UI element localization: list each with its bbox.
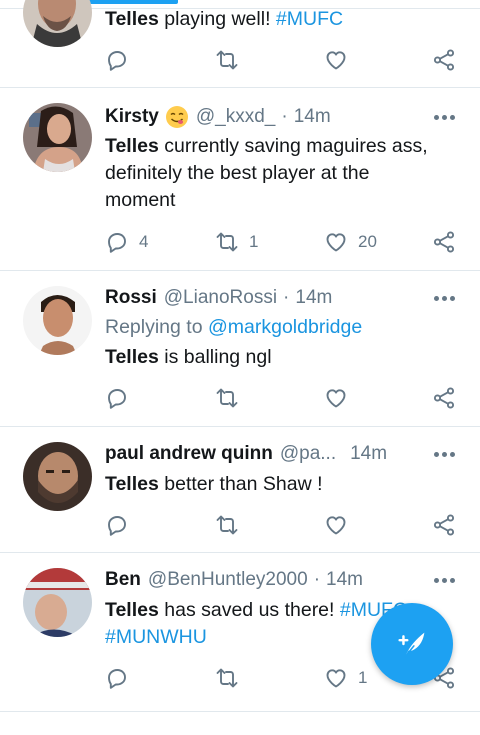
tweet-text: Telles better than Shaw ! (105, 473, 323, 495)
yum-face-emoji (165, 105, 189, 129)
tweet-text: Telles currently saving maguires ass, de… (105, 135, 428, 211)
share-button[interactable] (432, 229, 456, 255)
avatar[interactable] (23, 103, 92, 172)
heart-icon (326, 669, 346, 688)
display-name[interactable]: Rossi (105, 287, 157, 309)
reply-icon (108, 389, 126, 409)
tweet-actions (105, 47, 459, 73)
retweet-icon (216, 232, 238, 252)
retweet-count: 1 (249, 232, 259, 251)
share-button[interactable] (432, 385, 456, 411)
reply-count: 4 (139, 232, 149, 251)
compose-tweet-button[interactable] (371, 603, 453, 685)
tweet[interactable]: Telles playing well! #MUFC (0, 0, 480, 88)
share-icon (433, 49, 455, 71)
retweet-button[interactable] (215, 512, 239, 538)
retweet-icon (216, 388, 238, 408)
tweet-actions: 4 1 20 (105, 229, 459, 255)
share-icon (433, 514, 455, 536)
reply-button[interactable] (105, 47, 129, 73)
retweet-button[interactable]: 1 (215, 229, 258, 255)
more-options-button[interactable] (434, 115, 456, 121)
reply-icon (108, 516, 126, 536)
hashtag-link[interactable]: #MUNWHU (105, 626, 207, 648)
retweet-button[interactable] (215, 665, 239, 691)
more-options-button[interactable] (434, 452, 456, 458)
heart-icon (326, 389, 346, 408)
display-name[interactable]: Ben (105, 569, 141, 591)
replying-to: Replying to @markgoldbridge (105, 316, 363, 338)
avatar[interactable] (23, 442, 92, 511)
reply-icon (108, 233, 126, 253)
heart-icon (326, 51, 346, 70)
compose-tweet-icon (398, 632, 425, 658)
retweet-icon (216, 515, 238, 535)
reply-button[interactable] (105, 665, 129, 691)
separator-dot: · (313, 569, 321, 590)
retweet-button[interactable] (215, 385, 239, 411)
reply-icon (108, 51, 126, 71)
user-handle[interactable]: @_kxxd_ (196, 106, 276, 128)
tweet[interactable]: Rossi @LianoRossi · 14m Replying to @mar… (0, 271, 480, 427)
like-button[interactable]: 20 (324, 229, 377, 255)
mention-link[interactable]: @markgoldbridge (208, 316, 362, 338)
tweet-actions (105, 512, 459, 538)
timestamp[interactable]: 14m (350, 443, 387, 465)
avatar[interactable] (23, 0, 92, 47)
display-name[interactable]: paul andrew quinn (105, 443, 273, 465)
timestamp[interactable]: 14m (326, 569, 363, 591)
share-icon (433, 231, 455, 253)
reply-button[interactable] (105, 512, 129, 538)
tweet[interactable]: Kirsty @_kxxd_ · 14m Telles currently sa… (0, 88, 480, 271)
user-handle[interactable]: @pa... (280, 443, 336, 465)
timestamp[interactable]: 14m (294, 106, 331, 128)
share-button[interactable] (432, 47, 456, 73)
tweet[interactable]: paul andrew quinn @pa... 14m Telles bett… (0, 427, 480, 553)
heart-icon (326, 516, 346, 535)
timestamp[interactable]: 14m (295, 287, 332, 309)
separator-dot: · (281, 106, 288, 127)
tweet-actions (105, 385, 459, 411)
separator-dot: · (283, 287, 290, 308)
reply-icon (108, 669, 126, 689)
tweet-text: Telles is balling ngl (105, 346, 272, 368)
like-button[interactable] (324, 47, 348, 73)
reply-button[interactable] (105, 385, 129, 411)
more-options-button[interactable] (434, 296, 456, 302)
more-options-button[interactable] (434, 578, 456, 584)
user-handle[interactable]: @LianoRossi (164, 287, 277, 309)
display-name[interactable]: Kirsty (105, 106, 159, 128)
tweet-text: Telles playing well! #MUFC (105, 8, 344, 30)
share-button[interactable] (432, 512, 456, 538)
hashtag-link[interactable]: #MUFC (276, 8, 343, 30)
retweet-button[interactable] (215, 47, 239, 73)
retweet-icon (216, 50, 238, 70)
like-button[interactable] (324, 512, 348, 538)
avatar[interactable] (23, 286, 92, 355)
user-handle[interactable]: @BenHuntley2000 (148, 569, 308, 591)
like-button[interactable] (324, 385, 348, 411)
reply-button[interactable]: 4 (105, 229, 148, 255)
avatar[interactable] (23, 568, 92, 637)
like-button[interactable]: 1 (324, 665, 367, 691)
like-count: 1 (358, 668, 368, 687)
share-icon (433, 387, 455, 409)
heart-icon (326, 233, 346, 252)
retweet-icon (216, 668, 238, 688)
like-count: 20 (358, 232, 377, 251)
